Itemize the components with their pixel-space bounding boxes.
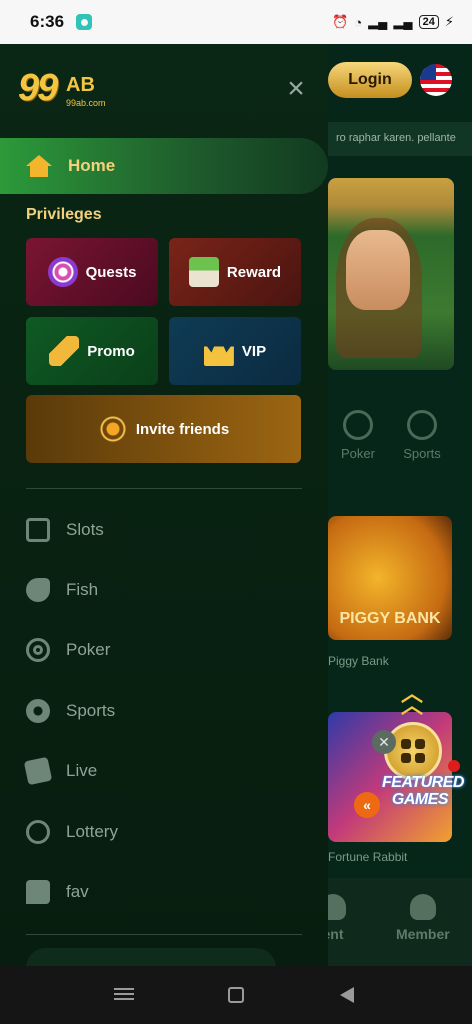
status-time: 6:36	[30, 12, 65, 31]
crown-icon	[203, 336, 234, 366]
soccer-ball-icon	[26, 699, 50, 723]
recent-apps-icon[interactable]	[114, 985, 134, 1005]
gift-box-icon	[188, 257, 219, 287]
notification-app-icon	[76, 14, 93, 30]
close-widget-icon[interactable]: ✕	[372, 730, 396, 754]
promo-button[interactable]: Promo	[26, 317, 158, 385]
us-flag-icon[interactable]	[420, 64, 452, 96]
menu-item-slots[interactable]: Slots	[26, 510, 306, 550]
invite-friends-button[interactable]: Invite friends	[26, 395, 301, 463]
menu-item-sports[interactable]: Sports	[26, 691, 306, 731]
heart-icon	[26, 880, 50, 904]
drawer-bottom-button[interactable]	[26, 948, 276, 966]
notification-dot	[448, 760, 460, 772]
grid-icon	[401, 739, 425, 763]
divider	[26, 488, 302, 489]
logo-number: 99	[18, 67, 58, 109]
game-card-label: Piggy Bank	[328, 654, 389, 668]
logo-url: 99ab.com	[66, 98, 106, 108]
logo-letters: AB	[66, 74, 95, 96]
promo-label: Promo	[87, 342, 135, 360]
charging-icon: ⚡	[444, 14, 454, 29]
game-card-title: PIGGY BANK	[339, 610, 441, 627]
promo-banner[interactable]	[328, 178, 454, 370]
megaphone-icon	[49, 336, 80, 366]
cards-icon	[23, 756, 53, 786]
menu-item-poker[interactable]: Poker	[26, 630, 306, 670]
menu-item-fav[interactable]: fav	[26, 872, 306, 912]
menu-item-label: fav	[66, 882, 89, 901]
alarm-icon: ⏰	[332, 14, 349, 29]
poker-chip-icon	[26, 638, 50, 662]
category-sports[interactable]: Sports	[392, 410, 452, 461]
poker-chip-icon	[343, 410, 373, 440]
close-icon[interactable]: ×	[284, 74, 308, 104]
featured-grid-button[interactable]	[384, 722, 442, 780]
privileges-heading: Privileges	[26, 206, 102, 223]
reward-label: Reward	[226, 263, 282, 281]
collapse-arrow-icon[interactable]: «	[354, 792, 380, 818]
target-icon	[47, 257, 78, 287]
category-poker[interactable]: Poker	[328, 410, 388, 461]
menu-item-label: Poker	[66, 640, 111, 659]
quests-label: Quests	[85, 263, 137, 281]
home-label: Home	[68, 156, 116, 175]
announcement-marquee: ro raphar karen. pellante	[328, 122, 472, 156]
battery-indicator: 24	[418, 15, 439, 29]
menu-item-label: Fish	[66, 580, 99, 599]
side-drawer: 99 AB 99ab.com × Home Privileges Quests …	[0, 44, 328, 966]
wifi-icon: ◔	[354, 14, 363, 30]
signal-icon: ▂▄	[368, 14, 388, 29]
member-icon	[409, 894, 436, 920]
system-nav-bar	[0, 966, 472, 1024]
menu-item-fish[interactable]: Fish	[26, 570, 306, 610]
category-label: Poker	[341, 446, 375, 461]
signal-icon-2: ▂▄	[393, 14, 413, 29]
menu-item-lottery[interactable]: Lottery	[26, 812, 306, 852]
menu-item-label: Live	[66, 761, 98, 780]
banner-character	[346, 230, 410, 310]
vip-label: VIP	[241, 342, 267, 360]
invite-label: Invite friends	[135, 420, 230, 438]
featured-games-widget[interactable]: ︿ ︿ ✕ FEATURED GAMES «	[354, 683, 466, 838]
menu-item-label: Slots	[66, 520, 104, 539]
status-icons: ⏰ ◔ ▂▄ ▂▄ 24 ⚡	[332, 14, 454, 30]
menu-item-label: Sports	[66, 701, 116, 720]
quests-button[interactable]: Quests	[26, 238, 158, 306]
login-button[interactable]: Login	[328, 62, 412, 98]
game-card-piggy-bank[interactable]: PIGGY BANK	[328, 516, 452, 640]
slots-icon	[26, 518, 50, 542]
home-icon	[26, 155, 52, 177]
divider	[26, 934, 302, 935]
reward-button[interactable]: Reward	[169, 238, 301, 306]
brand-logo[interactable]: 99 AB 99ab.com	[18, 68, 118, 114]
chevron-up-icon[interactable]: ︿ ︿	[400, 683, 424, 717]
category-label: Sports	[403, 446, 441, 461]
vip-button[interactable]: VIP	[169, 317, 301, 385]
home-nav-icon[interactable]	[228, 987, 244, 1003]
nav-home[interactable]: Home	[0, 138, 328, 194]
featured-games-label: FEATURED GAMES	[382, 774, 464, 808]
menu-item-live[interactable]: Live	[23, 751, 306, 791]
tab-label: Member	[396, 926, 450, 942]
tab-member[interactable]: Member	[396, 894, 450, 942]
soccer-ball-icon	[407, 410, 437, 440]
network-icon	[97, 414, 128, 444]
bottom-tab-bar: ent Member	[320, 878, 472, 966]
menu-item-label: Lottery	[66, 822, 118, 841]
lottery-ball-icon	[26, 820, 50, 844]
fish-icon	[26, 578, 50, 602]
back-icon[interactable]	[340, 987, 354, 1003]
game-card-label: Fortune Rabbit	[328, 850, 408, 864]
status-bar: 6:36 ⏰ ◔ ▂▄ ▂▄ 24 ⚡	[0, 0, 472, 44]
